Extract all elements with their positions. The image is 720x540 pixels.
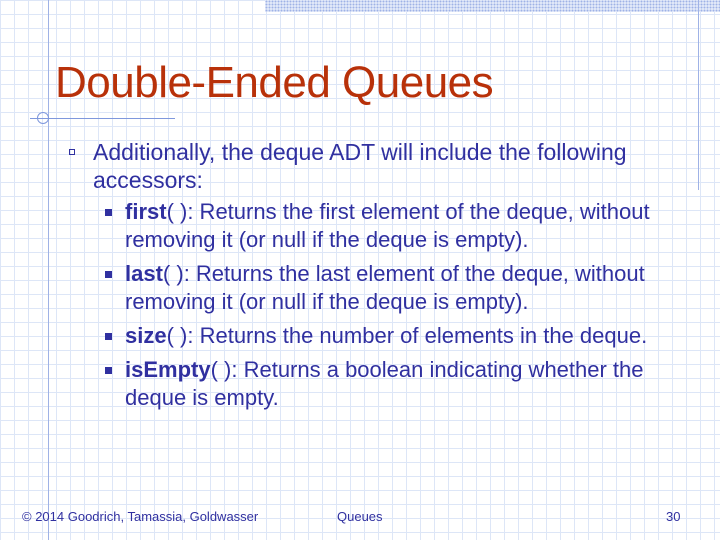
decorative-vertical-line-right [698, 0, 699, 190]
method-parens: ( ) [166, 323, 188, 348]
method-parens: ( ) [162, 261, 184, 286]
method-name: last [125, 261, 163, 286]
slide-title: Double-Ended Queues [55, 58, 494, 107]
method-parens: ( ) [210, 357, 232, 382]
filled-square-bullet-icon [105, 333, 112, 340]
method-parens: ( ) [166, 199, 188, 224]
hollow-square-bullet-icon [69, 149, 75, 155]
filled-square-bullet-icon [105, 209, 112, 216]
filled-square-bullet-icon [105, 367, 112, 374]
crosshair-icon [37, 112, 49, 124]
decorative-top-band [265, 0, 720, 12]
filled-square-bullet-icon [105, 271, 112, 278]
sub-bullet-isempty: isEmpty( ): Returns a boolean indicating… [105, 356, 695, 412]
main-bullet: Additionally, the deque ADT will include… [69, 138, 683, 194]
main-bullet-text: Additionally, the deque ADT will include… [93, 139, 627, 193]
decorative-vertical-line [48, 0, 49, 540]
method-name: isEmpty [125, 357, 211, 382]
method-description: : Returns the first element of the deque… [125, 199, 650, 252]
sub-bullet-last: last( ): Returns the last element of the… [105, 260, 695, 316]
footer-topic: Queues [337, 509, 383, 524]
title-underline [30, 118, 175, 119]
footer-page-number: 30 [666, 509, 681, 524]
sub-bullet-list: first( ): Returns the first element of t… [105, 198, 695, 418]
footer-copyright: © 2014 Goodrich, Tamassia, Goldwasser [22, 509, 259, 524]
sub-bullet-first: first( ): Returns the first element of t… [105, 198, 695, 254]
method-description: : Returns the last element of the deque,… [125, 261, 645, 314]
method-name: size [125, 323, 167, 348]
sub-bullet-size: size( ): Returns the number of elements … [105, 322, 695, 350]
method-description: : Returns the number of elements in the … [187, 323, 648, 348]
method-name: first [125, 199, 167, 224]
